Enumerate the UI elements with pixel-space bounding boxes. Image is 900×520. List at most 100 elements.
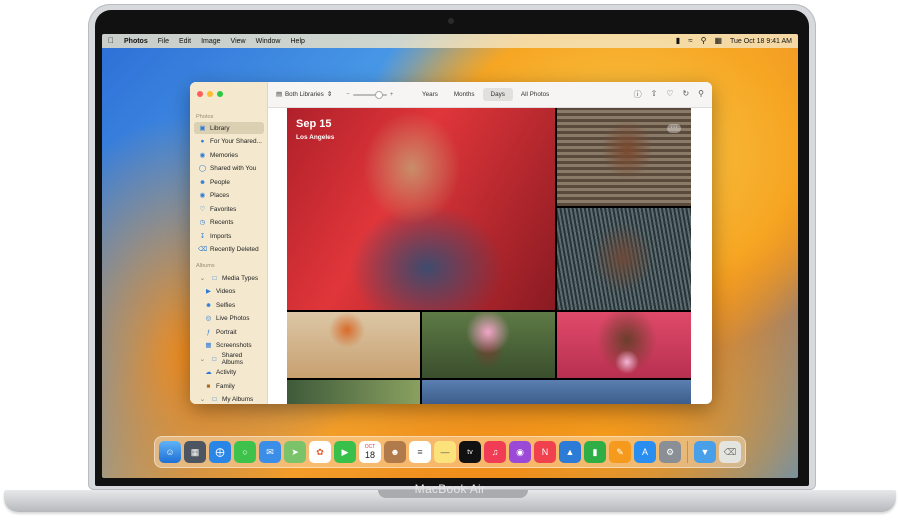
tv-icon[interactable]: tv [459,441,481,463]
menu-clock[interactable]: Tue Oct 18 9:41 AM [730,38,792,45]
photo-thumbnail[interactable] [557,312,691,378]
person-icon: ☻ [199,178,206,186]
shared-album-icon: □ [212,355,217,363]
memories-icon: ◉ [199,152,206,159]
photo-thumbnail[interactable] [557,208,691,310]
wifi-icon[interactable]: ≈ [688,37,692,45]
menu-window[interactable]: Window [256,38,281,45]
camera [448,18,454,24]
battery-icon[interactable]: ▮ [676,37,680,45]
sidebar-item-favorites[interactable]: ♡ Favorites [194,203,264,215]
sidebar-group-shared-albums[interactable]: ⌄ □ Shared Albums [194,352,264,366]
sidebar-item-activity[interactable]: ☁ Activity [200,366,264,378]
tab-all-photos[interactable]: All Photos [513,88,557,101]
sidebar-item-screenshots[interactable]: ▦ Screenshots [200,339,264,351]
sidebar-item-recently-deleted[interactable]: ⌫ Recently Deleted [194,243,264,255]
search-icon[interactable]: ⚲ [698,89,704,100]
maps-icon[interactable]: ➤ [284,441,306,463]
system-settings-icon[interactable]: ⚙ [659,441,681,463]
mail-icon[interactable]: ✉ [259,441,281,463]
menu-edit[interactable]: Edit [179,38,191,45]
sidebar-item-selfies[interactable]: ☻ Selfies [200,299,264,311]
menu-view[interactable]: View [231,38,246,45]
photos-icon[interactable]: ✿ [309,441,331,463]
photos-window: Photos ▣ Library ● For Your Shared... ◉ Mem… [190,82,712,404]
search-icon[interactable]: ⚲ [701,37,707,45]
contacts-icon[interactable]: ☻ [384,441,406,463]
sidebar-item-recents[interactable]: ◷ Recents [194,216,264,228]
sidebar-item-places[interactable]: ◉ Places [194,189,264,201]
library-picker[interactable]: ▤ Both Libraries ⇕ [276,91,332,98]
shared-icon: ◯ [198,165,207,172]
library-icon: ▤ [276,91,282,98]
clock-icon: ◷ [199,219,206,226]
screenshot-icon: ▦ [205,342,212,349]
tab-days[interactable]: Days [482,88,513,101]
sidebar-item-videos[interactable]: ▶ Videos [200,285,264,297]
zoom-slider-knob[interactable] [374,90,383,99]
news-icon[interactable]: N [534,441,556,463]
menu-bar:  Photos File Edit Image View Window Hel… [102,34,798,48]
music-icon[interactable]: ♫ [484,441,506,463]
sidebar-group-media-types[interactable]: ⌄ □ Media Types [194,272,264,284]
share-icon[interactable]: ⇧ [651,89,658,100]
zoom-slider[interactable]: − + [346,90,393,99]
up-down-chevron-icon: ⇕ [326,91,333,98]
sidebar-item-shared-library[interactable]: ● For Your Shared... [194,135,264,147]
menu-help[interactable]: Help [291,38,305,45]
day-location: Los Angeles [296,134,335,141]
photo-thumbnail[interactable] [287,312,420,378]
podcasts-icon[interactable]: ◉ [509,441,531,463]
facetime-icon[interactable]: ▶ [334,441,356,463]
messages-icon[interactable]: ○ [234,441,256,463]
folder-icon: □ [212,395,217,403]
tab-months[interactable]: Months [446,88,483,101]
photo-thumbnail[interactable] [287,380,420,404]
sidebar-item-portrait[interactable]: ƒ Portrait [200,326,264,338]
menu-app-photos[interactable]: Photos [124,38,148,45]
tab-years[interactable]: Years [414,88,446,101]
reminders-icon[interactable]: ≡ [409,441,431,463]
safari-icon[interactable]: ⨁ [209,441,231,463]
toolbar: ▤ Both Libraries ⇕ − + Years Months Days… [268,82,712,108]
close-button[interactable] [197,91,203,97]
dock-divider [687,441,688,463]
menu-file[interactable]: File [158,38,169,45]
pages-icon[interactable]: ✎ [609,441,631,463]
info-icon[interactable]: ⓘ [634,89,642,100]
menu-image[interactable]: Image [201,38,220,45]
sidebar-item-live-photos[interactable]: ◎ Live Photos [200,312,264,324]
sidebar-item-memories[interactable]: ◉ Memories [194,149,264,161]
launchpad-icon[interactable]: ▦ [184,441,206,463]
video-icon: ▶ [206,288,211,295]
view-switcher: Years Months Days All Photos [414,88,557,101]
favorite-icon[interactable]: ♡ [666,89,673,100]
zoom-slider-track[interactable] [352,90,387,99]
apple-icon[interactable]:  [108,37,114,45]
keynote-icon[interactable]: ▲ [559,441,581,463]
map-pin-icon: ◉ [199,192,206,199]
minimize-button[interactable] [207,91,213,97]
rotate-icon[interactable]: ↻ [682,89,689,100]
photo-thumbnail[interactable] [422,380,691,404]
finder-icon[interactable]: ☺ [159,441,181,463]
photo-hero[interactable]: Sep 15 Los Angeles [287,108,555,310]
numbers-icon[interactable]: ▮ [584,441,606,463]
sidebar-item-library[interactable]: ▣ Library [194,122,264,134]
more-options-icon[interactable]: ··· [667,124,681,133]
notes-icon[interactable]: ― [434,441,456,463]
sidebar-item-people[interactable]: ☻ People [194,176,264,188]
zoom-button[interactable] [217,91,223,97]
family-album-icon: ■ [206,382,211,390]
trash-icon[interactable]: ⌫ [719,441,741,463]
sidebar-item-shared-with-you[interactable]: ◯ Shared with You [194,162,264,174]
sidebar-item-family[interactable]: ■ Family [200,380,264,392]
calendar-icon[interactable]: OCT 18 [359,441,381,463]
app-store-icon[interactable]: A [634,441,656,463]
photo-thumbnail[interactable] [422,312,555,378]
downloads-folder-icon[interactable]: ▼ [694,441,716,463]
sidebar-item-imports[interactable]: ↧ Imports [194,230,264,242]
control-center-icon[interactable]: ▦ [714,37,722,45]
sidebar-group-my-albums[interactable]: ⌄ □ My Albums [194,393,264,404]
photo-thumbnail[interactable]: ··· [557,108,691,206]
